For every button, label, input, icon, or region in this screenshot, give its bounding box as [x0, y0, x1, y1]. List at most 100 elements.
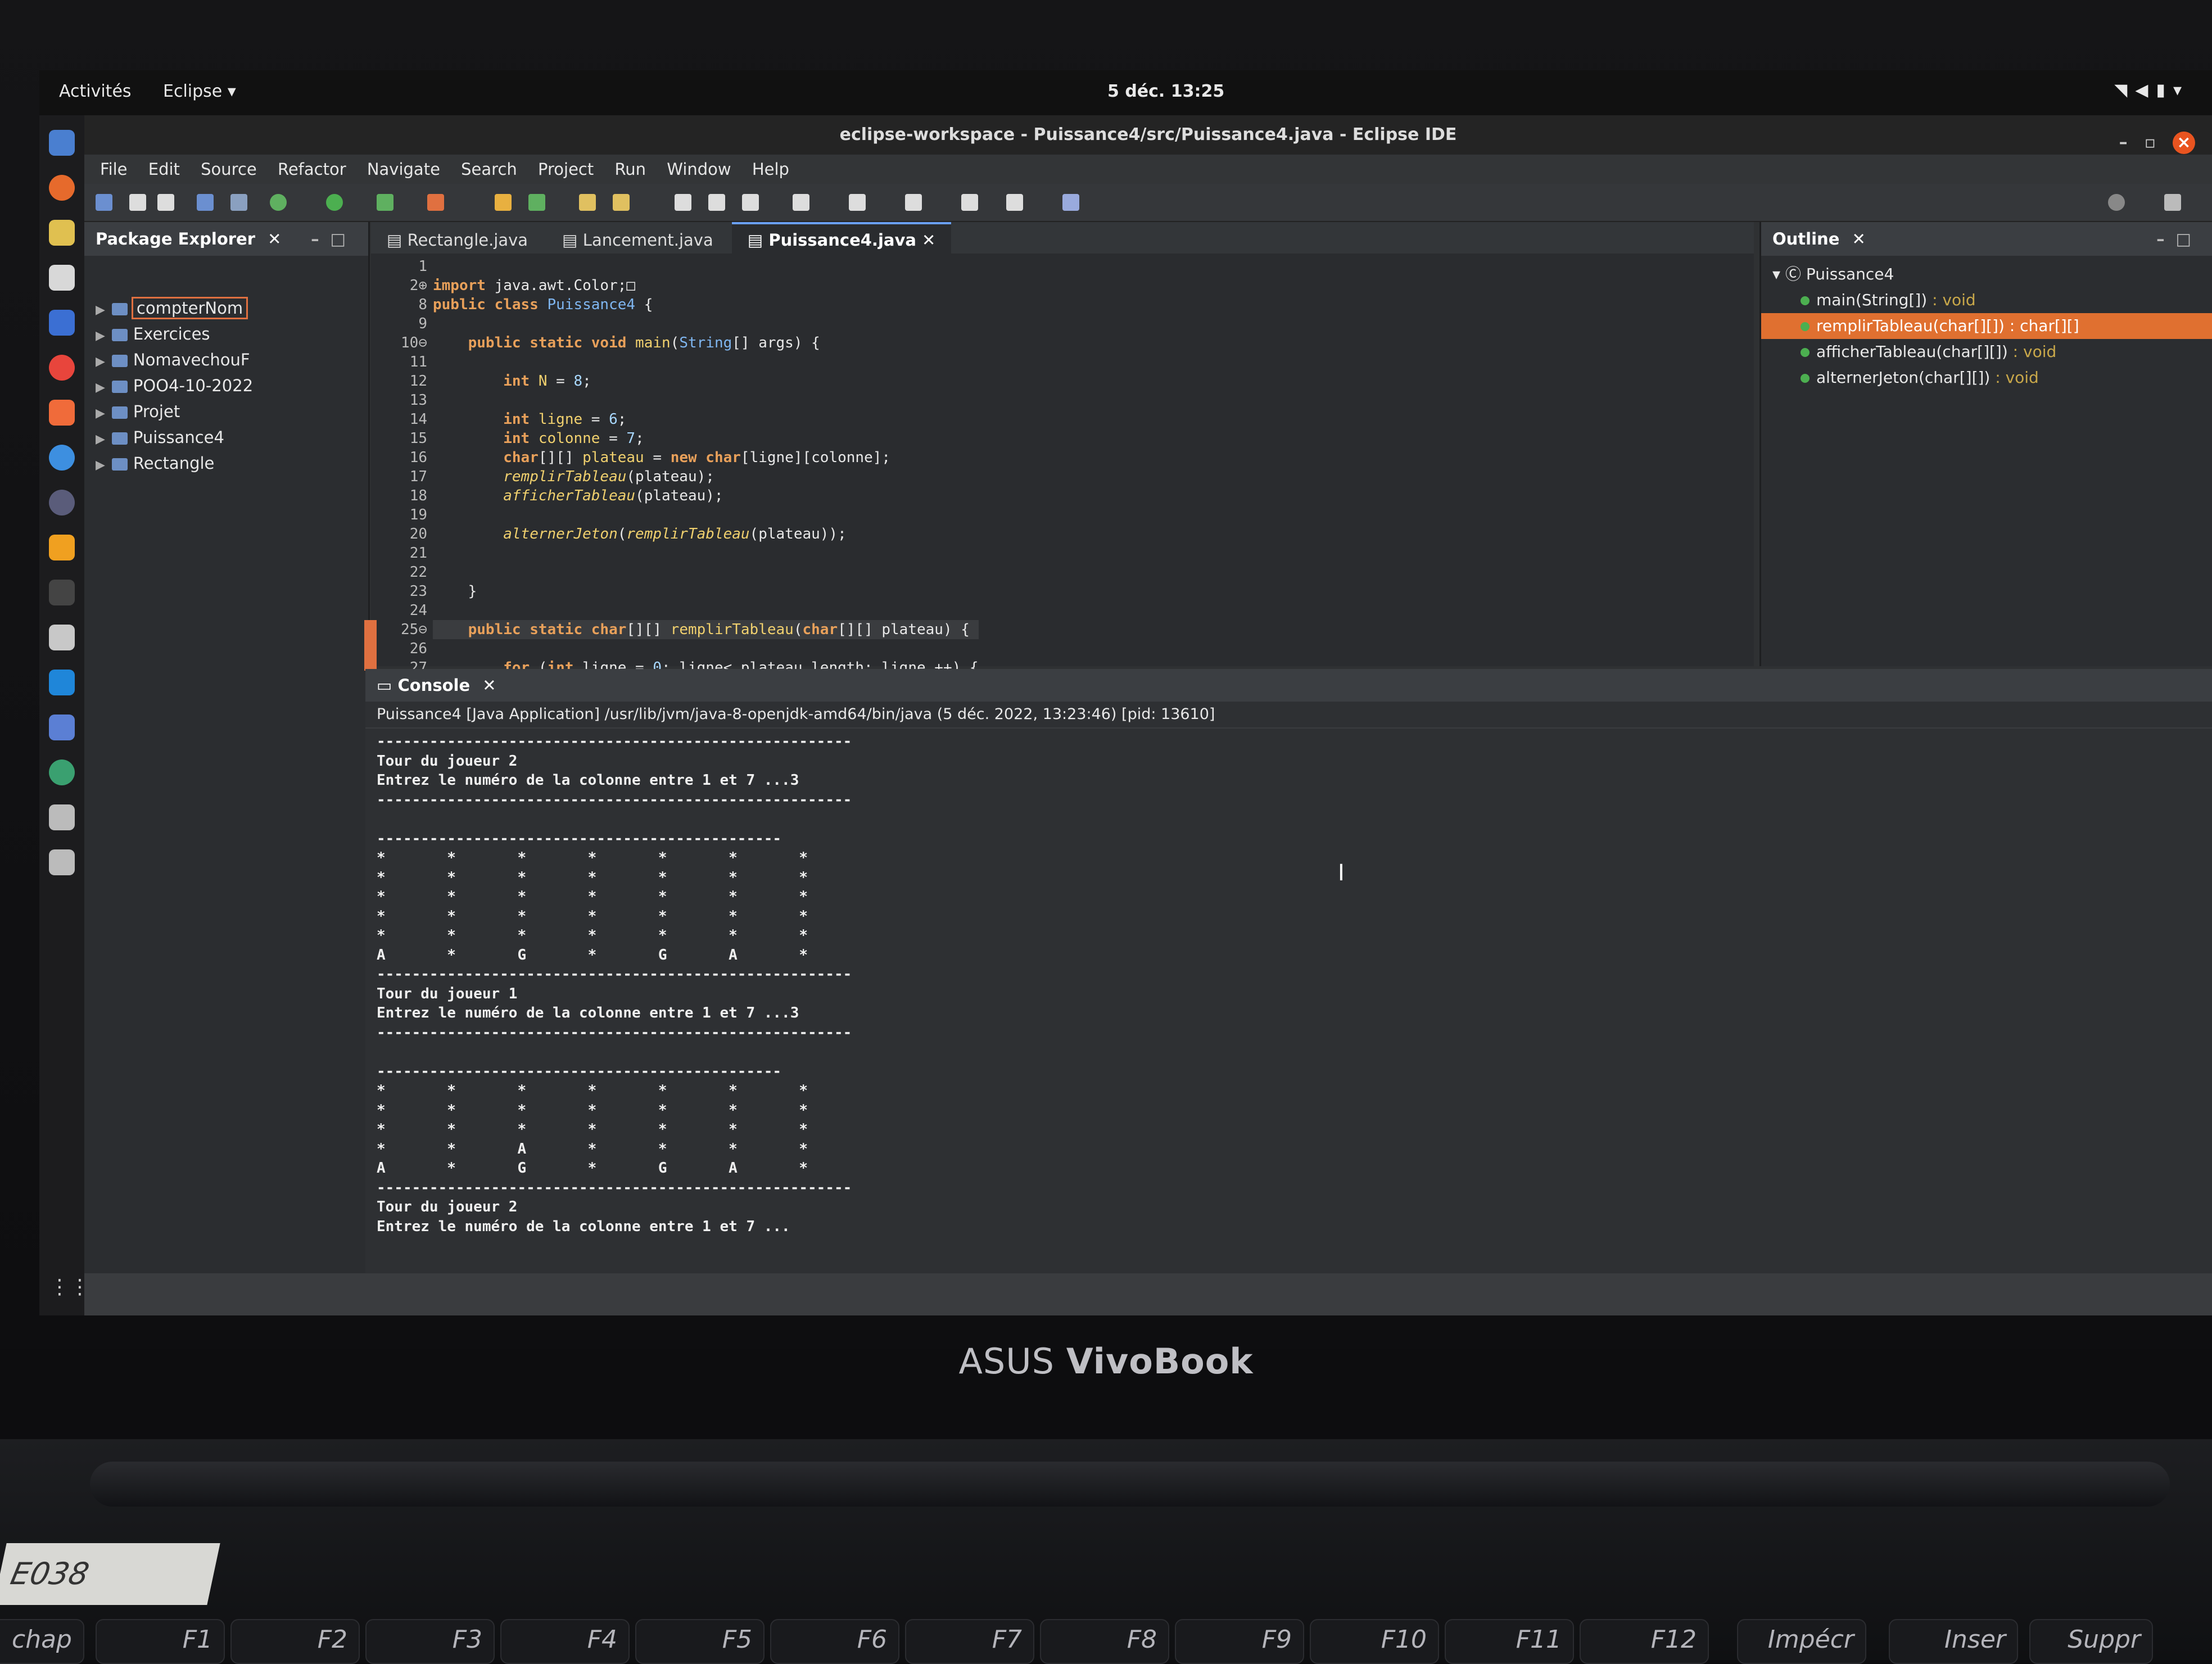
project-item[interactable]: ▶ Exercices	[84, 321, 368, 347]
toolbar-icon[interactable]	[708, 194, 725, 211]
menu-refactor[interactable]: Refactor	[278, 155, 346, 184]
save-all-icon[interactable]	[157, 194, 174, 211]
new-class-icon[interactable]	[528, 194, 545, 211]
key-f6[interactable]: F6	[770, 1619, 899, 1664]
menu-project[interactable]: Project	[538, 155, 594, 184]
search-toolbar-icon[interactable]	[613, 194, 630, 211]
perspective-icon[interactable]	[2164, 194, 2181, 211]
system-tray[interactable]: ◥◀▮▾	[2114, 80, 2190, 100]
project-item[interactable]: ▶ POO4-10-2022	[84, 373, 368, 399]
key-f2[interactable]: F2	[230, 1619, 360, 1664]
minimize-icon[interactable]: –	[311, 229, 331, 248]
toolbar-icon[interactable]	[230, 194, 247, 211]
project-item[interactable]: ▶ Rectangle	[84, 450, 368, 476]
open-type-icon[interactable]	[579, 194, 596, 211]
coverage-icon[interactable]	[377, 194, 393, 211]
software-icon[interactable]	[49, 400, 75, 426]
files-icon[interactable]	[49, 265, 75, 291]
maximize-icon[interactable]: □	[2176, 229, 2202, 248]
sublime-icon[interactable]	[49, 535, 75, 560]
key-print-screen[interactable]: Impécr	[1737, 1619, 1866, 1664]
toolbar-icon[interactable]	[905, 194, 922, 211]
close-icon[interactable]: ✕	[1852, 229, 1865, 248]
minimize-icon[interactable]: –	[2119, 133, 2145, 152]
key-f4[interactable]: F4	[500, 1619, 630, 1664]
key-f11[interactable]: F11	[1445, 1619, 1574, 1664]
firefox-icon[interactable]	[49, 175, 75, 201]
help-icon[interactable]	[49, 445, 75, 471]
window-titlebar[interactable]: eclipse-workspace - Puissance4/src/Puiss…	[84, 115, 2212, 155]
tab-puissance4[interactable]: ▤ Puissance4.java ✕	[731, 222, 952, 256]
maximize-icon[interactable]: ▫	[2145, 133, 2173, 152]
menu-source[interactable]: Source	[201, 155, 257, 184]
toolbar-icon[interactable]	[793, 194, 809, 211]
expand-icon[interactable]: ▶	[96, 406, 105, 420]
new-java-project-icon[interactable]	[495, 194, 512, 211]
outline-tab[interactable]: Outline ✕ –□	[1761, 222, 2212, 256]
code-area[interactable]: 1 2⊕ 8 9 10⊖ 11 12 13 14 15 16 17 18 19 …	[364, 257, 1754, 676]
tab-rectangle[interactable]: ▤ Rectangle.java	[371, 224, 544, 256]
eclipse-icon[interactable]	[49, 490, 75, 516]
expand-icon[interactable]: ▶	[96, 355, 105, 369]
terminal-icon[interactable]	[49, 580, 75, 605]
key-f3[interactable]: F3	[365, 1619, 495, 1664]
key-f7[interactable]: F7	[905, 1619, 1034, 1664]
outline-root[interactable]: ▾ Ⓒ Puissance4	[1761, 261, 2212, 287]
expand-icon[interactable]: ▶	[96, 303, 105, 317]
maximize-icon[interactable]: □	[331, 229, 357, 248]
collapse-icon[interactable]: ▾	[1772, 265, 1785, 283]
project-item[interactable]: ▶ compterNom	[84, 295, 368, 321]
dock-app-icon[interactable]	[49, 715, 75, 740]
chrome-icon[interactable]	[49, 355, 75, 381]
toolbar-icon[interactable]	[742, 194, 759, 211]
project-item[interactable]: ▶ Puissance4	[84, 424, 368, 450]
menu-navigate[interactable]: Navigate	[367, 155, 440, 184]
expand-icon[interactable]: ▶	[96, 432, 105, 446]
close-icon[interactable]: ×	[2173, 132, 2195, 154]
menu-file[interactable]: File	[100, 155, 128, 184]
toolbar-icon[interactable]	[197, 194, 214, 211]
menu-edit[interactable]: Edit	[148, 155, 180, 184]
external-tools-icon[interactable]	[427, 194, 444, 211]
back-icon[interactable]	[961, 194, 978, 211]
dock-app-icon[interactable]	[49, 130, 75, 156]
key-f5[interactable]: F5	[635, 1619, 765, 1664]
outline-item[interactable]: main(String[]) : void	[1761, 287, 2212, 313]
key[interactable]: chap	[0, 1619, 84, 1664]
debug-icon[interactable]	[270, 194, 287, 211]
outline-item[interactable]: alternerJeton(char[][]) : void	[1761, 365, 2212, 391]
search-icon[interactable]	[2108, 194, 2125, 211]
key-f8[interactable]: F8	[1040, 1619, 1169, 1664]
tab-lancement[interactable]: ▤ Lancement.java	[546, 224, 729, 256]
outline-item-selected[interactable]: remplirTableau(char[][]) : char[][]	[1761, 313, 2212, 339]
save-icon[interactable]	[129, 194, 146, 211]
key-f1[interactable]: F1	[96, 1619, 225, 1664]
project-item[interactable]: ▶ NomavechouF	[84, 347, 368, 373]
package-explorer-tab[interactable]: Package Explorer ✕ –□	[84, 222, 368, 256]
menu-window[interactable]: Window	[667, 155, 731, 184]
run-icon[interactable]	[326, 194, 343, 211]
key-f10[interactable]: F10	[1310, 1619, 1439, 1664]
new-icon[interactable]	[96, 194, 112, 211]
menu-help[interactable]: Help	[752, 155, 789, 184]
menu-search[interactable]: Search	[461, 155, 517, 184]
activities-button[interactable]: Activités	[59, 82, 132, 101]
close-icon[interactable]: ✕	[268, 229, 281, 248]
toolbar-icon[interactable]	[849, 194, 866, 211]
expand-icon[interactable]: ▶	[96, 329, 105, 343]
expand-icon[interactable]: ▶	[96, 381, 105, 395]
dock-app-icon[interactable]	[49, 310, 75, 336]
key-delete[interactable]: Suppr	[2029, 1619, 2153, 1664]
close-icon[interactable]: ✕	[922, 230, 935, 250]
app-menu[interactable]: Eclipse ▾	[163, 82, 236, 101]
dock-app-icon[interactable]	[49, 220, 75, 246]
minimize-icon[interactable]: –	[2156, 229, 2176, 248]
drive-icon[interactable]	[49, 804, 75, 830]
key-f12[interactable]: F12	[1580, 1619, 1709, 1664]
clock[interactable]: 5 déc. 13:25	[1107, 82, 1224, 101]
toolbar-icon[interactable]	[675, 194, 691, 211]
project-item[interactable]: ▶ Projet	[84, 399, 368, 424]
drive-icon[interactable]	[49, 849, 75, 875]
outline-item[interactable]: afficherTableau(char[][]) : void	[1761, 339, 2212, 365]
key-f9[interactable]: F9	[1175, 1619, 1304, 1664]
